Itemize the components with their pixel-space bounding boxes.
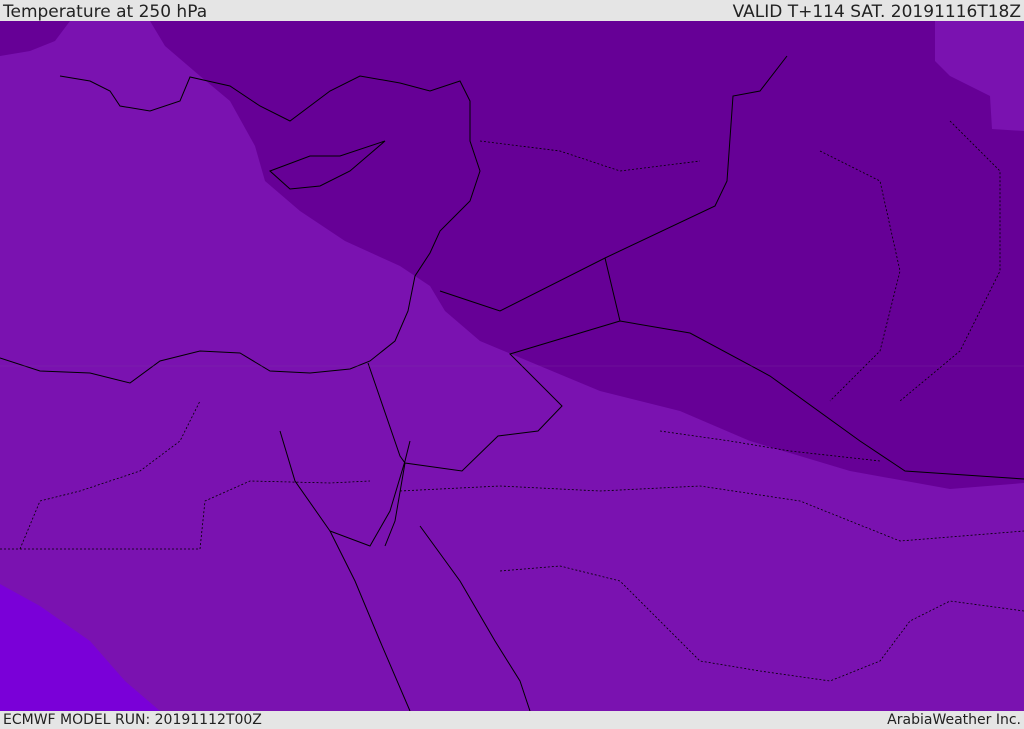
valid-time: VALID T+114 SAT. 20191116T18Z <box>732 2 1021 22</box>
footer-bar: ECMWF MODEL RUN: 20191112T00Z ArabiaWeat… <box>0 711 1024 729</box>
temperature-map <box>0 21 1024 711</box>
header-bar: Temperature at 250 hPa VALID T+114 SAT. … <box>0 0 1024 21</box>
credit: ArabiaWeather Inc. <box>887 712 1021 728</box>
model-run: ECMWF MODEL RUN: 20191112T00Z <box>3 712 262 728</box>
map-title: Temperature at 250 hPa <box>3 2 208 22</box>
